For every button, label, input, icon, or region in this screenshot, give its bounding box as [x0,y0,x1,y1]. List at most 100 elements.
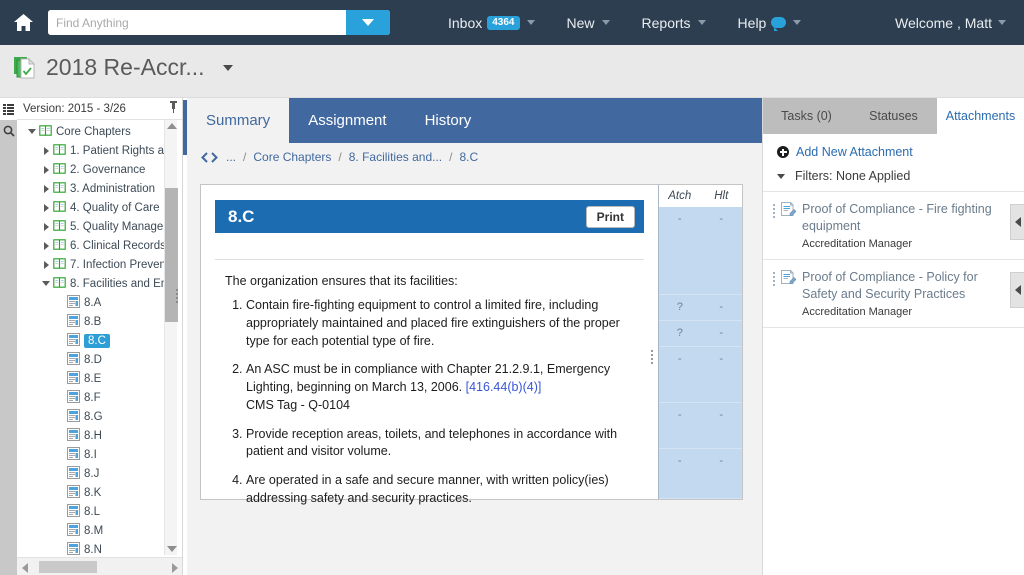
chevron-down-icon[interactable] [28,129,36,134]
status-row[interactable]: ?- [659,321,742,347]
tree-item-4-quality-of-care[interactable]: 4. Quality of Care [17,198,182,217]
tree-toggle[interactable] [39,147,53,155]
tab-history[interactable]: History [406,98,491,143]
status-cell-atch[interactable]: ? [659,295,701,320]
tree-item-8-k[interactable]: 8.K [17,483,182,502]
chevron-right-icon[interactable] [44,147,49,155]
tree-item-8-b[interactable]: 8.B [17,312,182,331]
tab-attachments[interactable]: Attachments [937,98,1024,134]
chevron-right-icon[interactable] [44,261,49,269]
status-cell-atch[interactable]: - [659,207,701,294]
status-cell-atch[interactable]: - [659,449,701,498]
tree-toggle[interactable] [39,281,53,286]
sidebar-search-button[interactable] [0,120,17,142]
status-cell-atch[interactable]: - [659,347,701,402]
drag-handle-icon[interactable] [773,269,775,318]
global-search[interactable] [48,10,390,35]
breadcrumb-item-8c[interactable]: 8.C [459,150,478,164]
search-dropdown-button[interactable] [346,10,390,35]
chevron-right-icon[interactable] [44,242,49,250]
status-row[interactable]: -- [659,347,742,403]
status-cell-hlt[interactable]: - [701,403,743,448]
status-cell-hlt[interactable]: - [701,449,743,498]
scroll-down-icon[interactable] [167,546,177,552]
tree-toggle[interactable] [39,166,53,174]
tree-item-7-infection-preven[interactable]: 7. Infection Preven [17,255,182,274]
caret-down-icon[interactable] [223,65,233,71]
home-button[interactable] [0,0,46,45]
tree-toggle[interactable] [25,129,39,134]
nav-item-inbox[interactable]: Inbox 4364 [432,0,551,45]
tree-item-8-d[interactable]: 8.D [17,350,182,369]
chevron-down-icon[interactable] [42,281,50,286]
tree-item-6-clinical-records[interactable]: 6. Clinical Records [17,236,182,255]
tree-item-8-a[interactable]: 8.A [17,293,182,312]
scroll-up-icon[interactable] [167,123,177,129]
scroll-right-icon[interactable] [172,563,178,573]
status-row[interactable]: -- [659,449,742,499]
tree-item-8-i[interactable]: 8.I [17,445,182,464]
breadcrumb-item-core-chapters[interactable]: Core Chapters [253,150,331,164]
scroll-left-icon[interactable] [22,563,28,573]
nav-item-reports[interactable]: Reports [626,0,722,45]
sidebar-horizontal-scrollbar[interactable] [17,557,183,575]
status-row[interactable]: -- [659,207,742,295]
tab-summary[interactable]: Summary [187,98,289,143]
tree-toggle[interactable] [39,185,53,193]
tree-view-button[interactable] [0,98,17,120]
status-row[interactable]: ?- [659,295,742,321]
tree-item-core-chapters[interactable]: Core Chapters [17,122,182,141]
chapter-tree[interactable]: Core Chapters1. Patient Rights a2. Gover… [17,120,182,555]
tree-item-8-c[interactable]: 8.C [17,331,182,350]
tree-item-3-administration[interactable]: 3. Administration [17,179,182,198]
attachment-item[interactable]: Proof of Compliance - Fire fighting equi… [763,192,1024,260]
tree-toggle[interactable] [39,223,53,231]
search-input[interactable] [48,10,346,35]
tree-item-8-h[interactable]: 8.H [17,426,182,445]
status-cell-atch[interactable]: - [659,403,701,448]
add-new-attachment-button[interactable]: Add New Attachment [763,134,1024,169]
sidebar-vertical-scrollbar[interactable] [164,120,177,555]
tree-item-8-j[interactable]: 8.J [17,464,182,483]
print-button[interactable]: Print [586,206,635,228]
tree-item-8-e[interactable]: 8.E [17,369,182,388]
status-cell-atch[interactable]: ? [659,321,701,346]
filters-toggle[interactable]: Filters: None Applied [763,169,1024,192]
tree-toggle[interactable] [39,261,53,269]
regulation-link[interactable]: [416.44(b)(4)] [466,380,542,394]
nav-item-help[interactable]: Help [722,0,818,45]
status-cell-hlt[interactable]: - [701,321,743,346]
user-menu[interactable]: Welcome , Matt [885,0,1016,45]
attachment-item[interactable]: Proof of Compliance - Policy for Safety … [763,260,1024,328]
breadcrumb-item-ellipsis[interactable]: ... [226,150,236,164]
chevron-right-icon[interactable] [44,185,49,193]
tree-item-1-patient-rights-a[interactable]: 1. Patient Rights a [17,141,182,160]
scrollbar-thumb-horizontal[interactable] [39,561,97,573]
tree-item-8-f[interactable]: 8.F [17,388,182,407]
sidebar-splitter-handle[interactable] [173,285,180,307]
tab-tasks[interactable]: Tasks (0) [763,98,850,134]
tab-statuses[interactable]: Statuses [850,98,937,134]
drag-handle-icon[interactable] [773,201,775,250]
chevron-right-icon[interactable] [44,166,49,174]
nav-item-new[interactable]: New [551,0,626,45]
tree-item-8-l[interactable]: 8.L [17,502,182,521]
tab-assignment[interactable]: Assignment [289,98,405,143]
chevron-right-icon[interactable] [44,204,49,212]
attachment-expand-button[interactable] [1010,272,1024,308]
tree-item-8-g[interactable]: 8.G [17,407,182,426]
status-cell-hlt[interactable]: - [701,295,743,320]
pin-icon[interactable] [169,101,178,116]
attachment-expand-button[interactable] [1010,204,1024,240]
panel-resize-handle[interactable] [651,350,653,364]
chevron-right-icon[interactable] [44,223,49,231]
tree-item-5-quality-manage[interactable]: 5. Quality Manage [17,217,182,236]
status-cell-hlt[interactable]: - [701,347,743,402]
status-cell-hlt[interactable]: - [701,207,743,294]
tree-toggle[interactable] [39,204,53,212]
status-row[interactable]: -- [659,403,742,449]
tree-item-2-governance[interactable]: 2. Governance [17,160,182,179]
breadcrumb-nav-arrows[interactable] [200,152,219,163]
tree-item-8-m[interactable]: 8.M [17,521,182,540]
breadcrumb-item-chapter-8[interactable]: 8. Facilities and... [349,150,442,164]
